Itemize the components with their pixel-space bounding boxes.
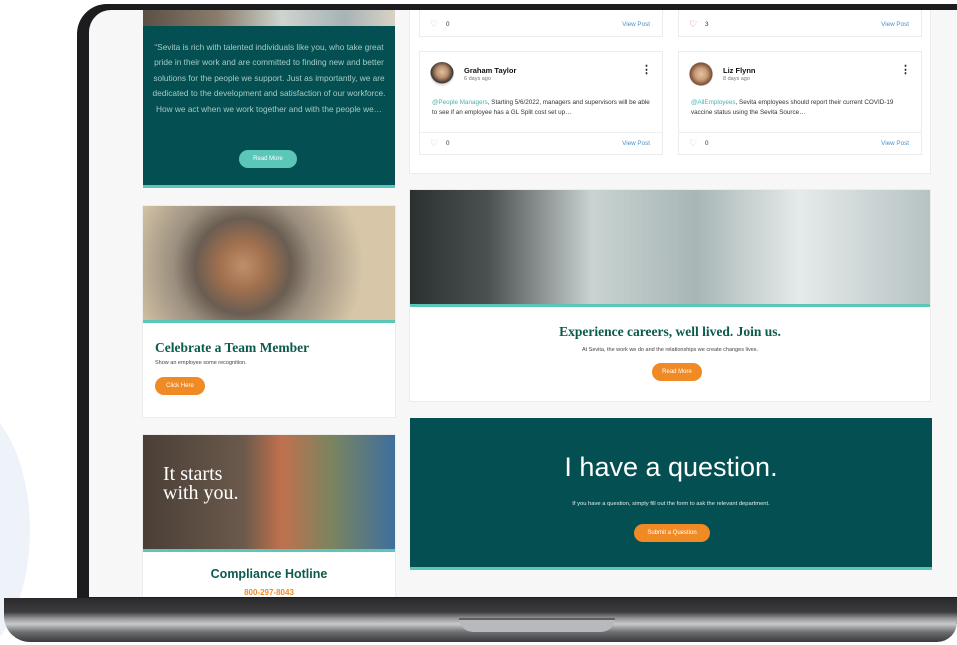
post-footer: ♡ 0 View Post: [420, 132, 662, 154]
careers-title: Experience careers, well lived. Join us.: [559, 324, 781, 339]
quote-card-image: [143, 10, 395, 26]
compliance-overlay-text: It starts with you.: [163, 464, 239, 504]
like-count: 3: [705, 21, 709, 28]
post-text: @AllEmployees, Sevita employees should r…: [691, 98, 909, 118]
compliance-card: It starts with you. Compliance Hotline 8…: [143, 435, 395, 597]
careers-photo: [410, 190, 930, 307]
more-options-icon[interactable]: ⋮: [641, 65, 652, 76]
view-post-link[interactable]: View Post: [622, 21, 650, 28]
post-header: Liz Flynn 8 days ago: [689, 62, 756, 86]
post-mention[interactable]: @AllEmployees: [691, 99, 736, 106]
heart-icon[interactable]: ♡: [430, 138, 438, 149]
careers-subtitle: At Sevita, the work we do and the relati…: [581, 347, 759, 353]
click-here-button[interactable]: Click Here: [155, 377, 205, 395]
post-footer: ♡ 0 View Post: [420, 14, 662, 36]
overlay-line-2: with you.: [163, 482, 239, 504]
celebrate-title: Celebrate a Team Member: [155, 340, 310, 355]
celebrate-card: Celebrate a Team Member Show an employee…: [143, 206, 395, 417]
post-author[interactable]: Liz Flynn: [723, 66, 756, 75]
careers-read-more-button[interactable]: Read More: [652, 363, 702, 381]
feed-post-partial-2: ♡ 3 View Post: [679, 10, 921, 36]
laptop-screen: “Sevita is rich with talented individual…: [89, 10, 957, 597]
post-footer: ♡ 0 View Post: [679, 132, 921, 154]
post-author[interactable]: Graham Taylor: [464, 66, 516, 75]
view-post-link[interactable]: View Post: [881, 21, 909, 28]
like-count: 0: [446, 140, 450, 147]
feed-post: Graham Taylor 6 days ago ⋮ @People Manag…: [420, 52, 662, 154]
avatar[interactable]: [689, 62, 713, 86]
post-time: 8 days ago: [723, 76, 750, 82]
post-time: 6 days ago: [464, 76, 491, 82]
compliance-title: Compliance Hotline: [210, 567, 328, 581]
post-footer: ♡ 3 View Post: [679, 14, 921, 36]
laptop-notch: [459, 618, 615, 632]
heart-filled-icon[interactable]: ♡: [689, 19, 697, 30]
feed-post-partial-1: ♡ 0 View Post: [420, 10, 662, 36]
view-post-link[interactable]: View Post: [881, 140, 909, 147]
post-header: Graham Taylor 6 days ago: [430, 62, 516, 86]
question-panel: I have a question. If you have a questio…: [410, 418, 932, 570]
like-count: 0: [446, 21, 450, 28]
avatar[interactable]: [430, 62, 454, 86]
post-text: @People Managers, Starting 5/6/2022, man…: [432, 98, 650, 118]
like-count: 0: [705, 140, 709, 147]
quote-read-more-button[interactable]: Read More: [239, 150, 297, 168]
compliance-photo: It starts with you.: [143, 435, 395, 552]
heart-icon[interactable]: ♡: [430, 19, 438, 30]
feed-post: Liz Flynn 8 days ago ⋮ @AllEmployees, Se…: [679, 52, 921, 154]
question-title: I have a question.: [564, 452, 778, 482]
celebrate-photo: [143, 206, 395, 323]
question-subtitle: If you have a question, simply fill out …: [572, 501, 770, 507]
heart-icon[interactable]: ♡: [689, 138, 697, 149]
celebrate-subtitle: Show an employee some recognition.: [155, 360, 247, 366]
feed-panel: ♡ 0 View Post ♡ 3 View Post Graham Taylo…: [410, 10, 930, 173]
compliance-phone[interactable]: 800-297-8043: [143, 588, 395, 597]
submit-question-button[interactable]: Submit a Question: [634, 524, 710, 542]
more-options-icon[interactable]: ⋮: [900, 65, 911, 76]
quote-card: “Sevita is rich with talented individual…: [143, 10, 395, 188]
post-mention[interactable]: @People Managers: [432, 99, 488, 106]
quote-text: “Sevita is rich with talented individual…: [152, 42, 386, 114]
view-post-link[interactable]: View Post: [622, 140, 650, 147]
careers-card: Experience careers, well lived. Join us.…: [410, 190, 930, 401]
